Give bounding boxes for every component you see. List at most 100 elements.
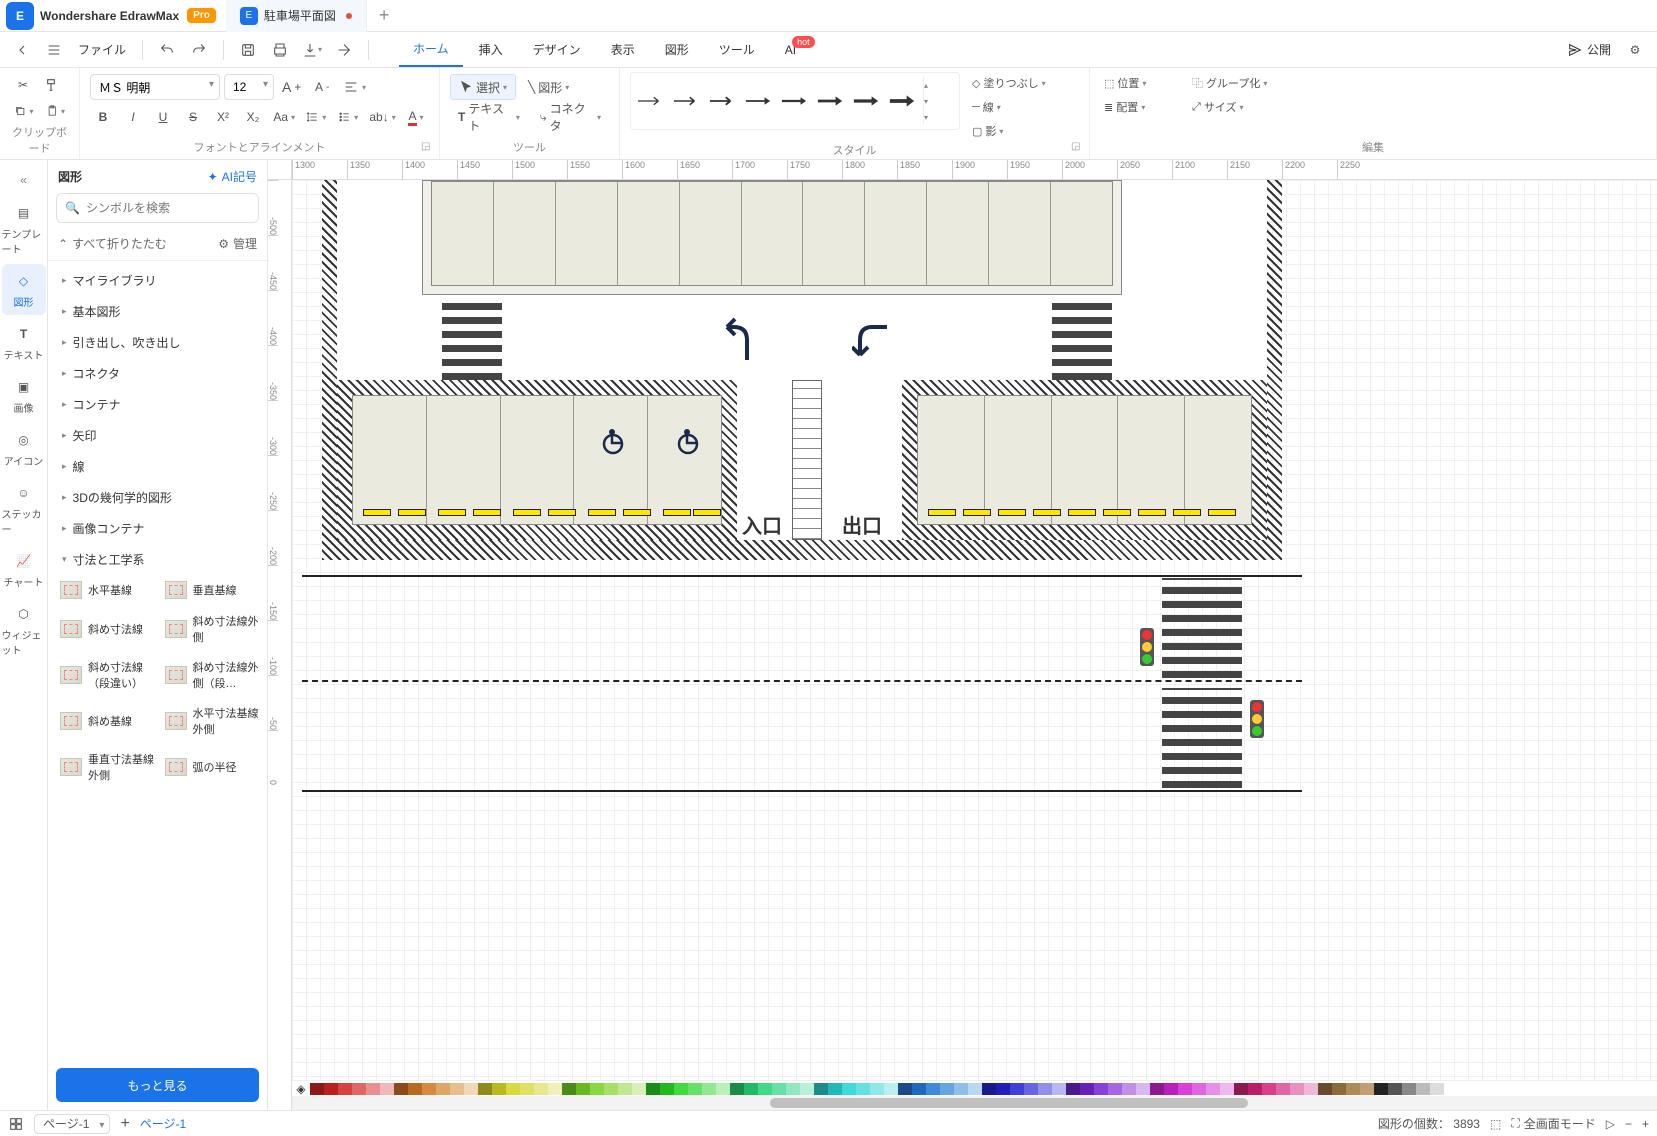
line-button[interactable]: ─ 線: [968, 96, 1050, 118]
subscript-button[interactable]: X₂: [240, 104, 266, 130]
color-swatch[interactable]: [1416, 1083, 1430, 1095]
color-swatch[interactable]: [324, 1083, 338, 1095]
font-color-button[interactable]: A: [403, 104, 429, 130]
color-swatch[interactable]: [310, 1083, 324, 1095]
zoom-out-button[interactable]: −: [1625, 1117, 1632, 1131]
color-swatch[interactable]: [744, 1083, 758, 1095]
settings-button[interactable]: ⚙: [1621, 36, 1649, 64]
shape-item[interactable]: 水平寸法基線外側: [163, 701, 262, 741]
shape-item[interactable]: 弧の半径: [163, 747, 262, 787]
presentation-button[interactable]: ▷: [1606, 1117, 1615, 1131]
manage-button[interactable]: ⚙ 管理: [218, 235, 257, 252]
color-swatch[interactable]: [674, 1083, 688, 1095]
cat-imgcontainer[interactable]: 画像コンテナ: [48, 513, 267, 544]
paste-button[interactable]: [42, 98, 70, 124]
color-swatch[interactable]: [478, 1083, 492, 1095]
menu-shape[interactable]: 図形: [651, 33, 703, 67]
menu-ai[interactable]: AIhot: [771, 33, 833, 67]
cat-connector[interactable]: コネクタ: [48, 358, 267, 389]
cut-button[interactable]: ✂: [10, 72, 36, 98]
color-swatch[interactable]: [772, 1083, 786, 1095]
gallery-expand[interactable]: ▴▾▾: [923, 77, 939, 125]
add-page-button[interactable]: +: [120, 1115, 129, 1133]
decrease-font-button[interactable]: A-: [309, 74, 335, 100]
bold-button[interactable]: B: [90, 104, 116, 130]
symbol-search[interactable]: 🔍: [56, 193, 259, 223]
color-palette[interactable]: ◈: [292, 1080, 1657, 1096]
shape-item[interactable]: 垂直寸法基線外側: [58, 747, 157, 787]
text-direction-button[interactable]: ab↓: [366, 104, 399, 130]
color-swatch[interactable]: [618, 1083, 632, 1095]
line-spacing-button[interactable]: [302, 104, 330, 130]
color-swatch[interactable]: [828, 1083, 842, 1095]
color-swatch[interactable]: [1010, 1083, 1024, 1095]
cat-container[interactable]: コンテナ: [48, 389, 267, 420]
style-group-launcher[interactable]: ◲: [1071, 141, 1085, 155]
color-swatch[interactable]: [856, 1083, 870, 1095]
color-swatch[interactable]: [730, 1083, 744, 1095]
publish-button[interactable]: 公開: [1561, 41, 1617, 58]
font-group-launcher[interactable]: ◲: [421, 141, 435, 155]
rail-widget[interactable]: ⬡ウィジェット: [2, 597, 46, 663]
color-swatch[interactable]: [1360, 1083, 1374, 1095]
color-swatch[interactable]: [1206, 1083, 1220, 1095]
color-swatch[interactable]: [1276, 1083, 1290, 1095]
color-swatch[interactable]: [1080, 1083, 1094, 1095]
fill-button[interactable]: ◇ 塗りつぶし: [968, 72, 1050, 94]
size-button[interactable]: ⤢ サイズ: [1188, 96, 1271, 118]
color-swatch[interactable]: [464, 1083, 478, 1095]
share-button[interactable]: [330, 36, 358, 64]
color-swatch[interactable]: [338, 1083, 352, 1095]
color-swatch[interactable]: [380, 1083, 394, 1095]
increase-font-button[interactable]: A+: [278, 74, 305, 100]
color-swatch[interactable]: [1150, 1083, 1164, 1095]
back-button[interactable]: [8, 36, 36, 64]
fullscreen-button[interactable]: ⛶ 全画面モード: [1511, 1115, 1595, 1132]
color-swatch[interactable]: [800, 1083, 814, 1095]
new-tab-button[interactable]: +: [367, 5, 402, 26]
color-swatch[interactable]: [688, 1083, 702, 1095]
copy-button[interactable]: [10, 98, 38, 124]
color-swatch[interactable]: [646, 1083, 660, 1095]
color-swatch[interactable]: [590, 1083, 604, 1095]
color-swatch[interactable]: [968, 1083, 982, 1095]
color-swatch[interactable]: [1444, 1083, 1458, 1095]
color-swatch[interactable]: [1248, 1083, 1262, 1095]
color-swatch[interactable]: [1234, 1083, 1248, 1095]
color-swatch[interactable]: [1164, 1083, 1178, 1095]
shape-item[interactable]: 斜め寸法線: [58, 609, 157, 649]
strikethrough-button[interactable]: S: [180, 104, 206, 130]
collapse-rail-button[interactable]: «: [2, 166, 46, 194]
color-swatch[interactable]: [604, 1083, 618, 1095]
color-swatch[interactable]: [912, 1083, 926, 1095]
color-swatch[interactable]: [1220, 1083, 1234, 1095]
color-picker-icon[interactable]: ◈: [292, 1082, 310, 1096]
color-swatch[interactable]: [1024, 1083, 1038, 1095]
zoom-in-button[interactable]: +: [1642, 1117, 1649, 1131]
color-swatch[interactable]: [506, 1083, 520, 1095]
cat-line[interactable]: 線: [48, 451, 267, 482]
document-tab[interactable]: E 駐車場平面図: [226, 0, 367, 32]
color-swatch[interactable]: [926, 1083, 940, 1095]
color-swatch[interactable]: [408, 1083, 422, 1095]
underline-button[interactable]: U: [150, 104, 176, 130]
select-tool-button[interactable]: 選択: [450, 74, 516, 100]
color-swatch[interactable]: [1052, 1083, 1066, 1095]
rail-text[interactable]: Tテキスト: [2, 317, 46, 368]
color-swatch[interactable]: [1374, 1083, 1388, 1095]
font-family-select[interactable]: [90, 74, 220, 100]
color-swatch[interactable]: [1304, 1083, 1318, 1095]
superscript-button[interactable]: X²: [210, 104, 236, 130]
color-swatch[interactable]: [716, 1083, 730, 1095]
color-swatch[interactable]: [1332, 1083, 1346, 1095]
align-button[interactable]: [339, 74, 370, 100]
case-button[interactable]: Aa: [270, 104, 298, 130]
shape-item[interactable]: 斜め寸法線外側（段…: [163, 655, 262, 695]
horizontal-scrollbar[interactable]: [292, 1096, 1657, 1110]
color-swatch[interactable]: [842, 1083, 856, 1095]
cat-arrow[interactable]: 矢印: [48, 420, 267, 451]
color-swatch[interactable]: [1430, 1083, 1444, 1095]
group-button[interactable]: ⿻ グループ化: [1188, 72, 1271, 94]
color-swatch[interactable]: [1318, 1083, 1332, 1095]
page-list-button[interactable]: [8, 1116, 24, 1132]
